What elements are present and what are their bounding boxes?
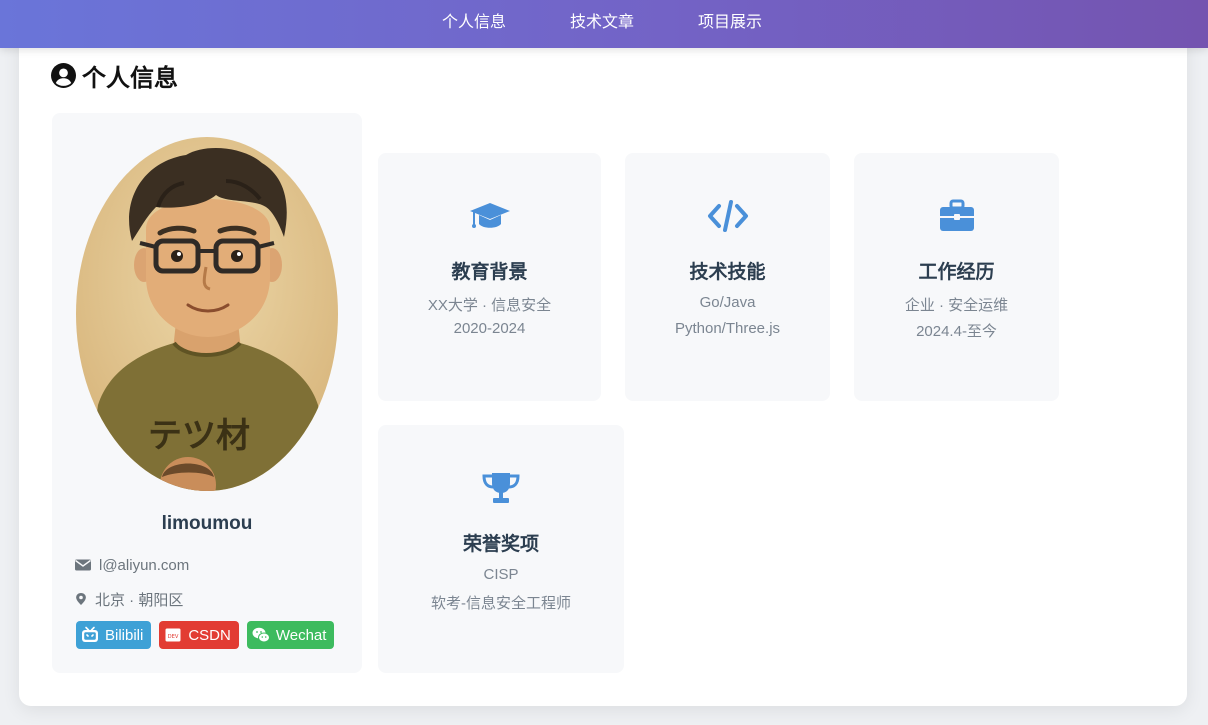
wechat-icon	[252, 627, 270, 643]
work-title: 工作经历	[918, 262, 995, 283]
work-card: 工作经历 企业 · 安全运维 2024.4-至今	[854, 153, 1059, 401]
avatar: テツ材	[76, 137, 338, 491]
skills-title: 技术技能	[689, 262, 766, 283]
awards-title: 荣誉奖项	[462, 534, 539, 555]
top-navbar: 个人信息 技术文章 项目展示	[0, 0, 1208, 48]
email-row: l@aliyun.com	[75, 554, 189, 576]
section-title-text: 个人信息	[82, 64, 178, 92]
work-line-1: 企业 · 安全运维	[904, 297, 1009, 314]
skills-line-2: Python/Three.js	[674, 320, 781, 337]
education-line-2: 2020-2024	[453, 320, 526, 337]
nav-link-profile[interactable]: 个人信息	[442, 0, 506, 48]
code-icon	[707, 200, 748, 232]
csdn-label: CSDN	[188, 626, 231, 644]
bilibili-button[interactable]: Bilibili	[76, 621, 152, 649]
bilibili-icon	[82, 626, 98, 642]
section-title: 个人信息	[51, 60, 178, 92]
email-text[interactable]: l@aliyun.com	[99, 557, 189, 574]
avatar-illustration: テツ材	[76, 137, 338, 491]
envelope-icon	[75, 559, 91, 571]
skills-card: 技术技能 Go/Java Python/Three.js	[625, 153, 830, 401]
map-marker-icon	[76, 593, 86, 605]
location-text: 北京 · 朝阳区	[95, 591, 184, 609]
csdn-icon: DEV	[165, 628, 181, 642]
user-circle-icon	[51, 62, 76, 88]
education-line-1: XX大学 · 信息安全	[427, 297, 552, 314]
awards-line-1: CISP	[483, 566, 519, 583]
skills-line-1: Go/Java	[699, 294, 756, 311]
svg-text:DEV: DEV	[168, 634, 179, 640]
nav-link-articles[interactable]: 技术文章	[570, 0, 634, 48]
education-card: 教育背景 XX大学 · 信息安全 2020-2024	[378, 153, 601, 401]
graduation-cap-icon	[469, 203, 510, 228]
location-row: 北京 · 朝阳区	[75, 588, 183, 610]
briefcase-icon	[939, 199, 974, 231]
csdn-button[interactable]: DEV CSDN	[159, 621, 239, 649]
social-links: Bilibili DEV CSDN Wechat	[76, 621, 335, 649]
wechat-button[interactable]: Wechat	[246, 621, 335, 649]
work-line-2: 2024.4-至今	[916, 323, 997, 340]
profile-username: limoumou	[161, 513, 253, 534]
avatar-shirt-text: テツ材	[148, 416, 250, 456]
bilibili-label: Bilibili	[105, 626, 144, 644]
trophy-icon	[482, 473, 520, 503]
awards-line-2: 软考-信息安全工程师	[431, 595, 571, 612]
profile-panel: テツ材 limoumou l@aliyun.com 北京 · 朝阳区 Bilib…	[52, 113, 362, 673]
education-title: 教育背景	[451, 262, 528, 283]
wechat-label: Wechat	[275, 626, 327, 644]
awards-card: 荣誉奖项 CISP 软考-信息安全工程师	[378, 425, 624, 673]
nav-link-projects[interactable]: 项目展示	[698, 0, 762, 48]
